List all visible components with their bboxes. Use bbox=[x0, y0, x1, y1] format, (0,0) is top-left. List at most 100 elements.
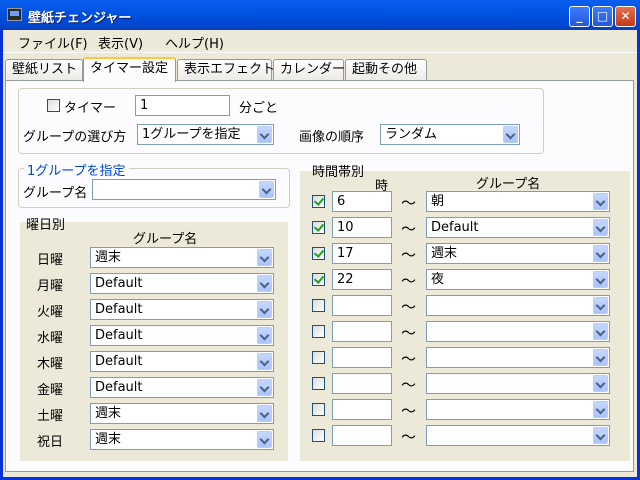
timeslot-group-select[interactable] bbox=[426, 425, 610, 446]
tab-timer-settings[interactable]: タイマー設定 bbox=[83, 57, 176, 82]
weekday-group-select[interactable]: 週末 bbox=[90, 429, 274, 450]
timeslot-hour-input[interactable]: 10 bbox=[332, 217, 392, 238]
chevron-down-icon[interactable] bbox=[257, 379, 272, 396]
timeslot-hour-input[interactable] bbox=[332, 425, 392, 446]
chevron-down-icon[interactable] bbox=[257, 405, 272, 422]
tab-calendar[interactable]: カレンダー bbox=[273, 59, 345, 80]
app-window: 壁紙チェンジャー _ □ ✕ ファイル(F) 表示(V) ヘルプ(H) 壁紙リス… bbox=[0, 0, 640, 480]
tilde-separator: 〜 bbox=[401, 350, 417, 368]
maximize-button[interactable]: □ bbox=[592, 6, 613, 27]
timeslot-group-select[interactable] bbox=[426, 295, 610, 316]
timeslot-enable-checkbox[interactable] bbox=[312, 377, 325, 390]
chevron-down-icon[interactable] bbox=[257, 249, 272, 266]
menu-view[interactable]: 表示(V) bbox=[98, 33, 143, 52]
tilde-separator: 〜 bbox=[401, 220, 417, 238]
title-bar[interactable]: 壁紙チェンジャー _ □ ✕ bbox=[0, 0, 640, 30]
timeslot-group-select[interactable] bbox=[426, 373, 610, 394]
menu-bar: ファイル(F) 表示(V) ヘルプ(H) bbox=[3, 30, 637, 53]
weekday-group-select[interactable]: 週末 bbox=[90, 247, 274, 268]
timeslot-enable-checkbox[interactable] bbox=[312, 195, 325, 208]
timeslot-hour-input[interactable] bbox=[332, 295, 392, 316]
timeslot-enable-checkbox[interactable] bbox=[312, 247, 325, 260]
group-method-select[interactable]: 1グループを指定 bbox=[137, 124, 274, 145]
tilde-separator: 〜 bbox=[401, 428, 417, 446]
chevron-down-icon[interactable] bbox=[259, 181, 274, 198]
close-button[interactable]: ✕ bbox=[615, 6, 636, 27]
chevron-down-icon[interactable] bbox=[593, 271, 608, 288]
tab-display-effect[interactable]: 表示エフェクト bbox=[177, 59, 275, 80]
menu-help[interactable]: ヘルプ(H) bbox=[165, 33, 224, 52]
weekday-label: 日曜 bbox=[37, 253, 64, 268]
weekday-group-select[interactable]: Default bbox=[90, 351, 274, 372]
tilde-separator: 〜 bbox=[401, 194, 417, 212]
tilde-separator: 〜 bbox=[401, 376, 417, 394]
chevron-down-icon[interactable] bbox=[593, 219, 608, 236]
image-order-label: 画像の順序 bbox=[299, 130, 365, 145]
tilde-separator: 〜 bbox=[401, 324, 417, 342]
chevron-down-icon[interactable] bbox=[503, 126, 518, 143]
chevron-down-icon[interactable] bbox=[593, 323, 608, 340]
minimize-button[interactable]: _ bbox=[569, 6, 590, 27]
weekday-group-select[interactable]: 週末 bbox=[90, 403, 274, 424]
timeslot-enable-checkbox[interactable] bbox=[312, 325, 325, 338]
weekday-caption: 曜日別 bbox=[26, 218, 66, 233]
chevron-down-icon[interactable] bbox=[257, 126, 272, 143]
chevron-down-icon[interactable] bbox=[593, 245, 608, 262]
timeslot-hour-input[interactable] bbox=[332, 347, 392, 368]
weekday-group-select[interactable]: Default bbox=[90, 273, 274, 294]
chevron-down-icon[interactable] bbox=[593, 349, 608, 366]
timeslot-group-select[interactable]: 朝 bbox=[426, 191, 610, 212]
timeslot-group-select[interactable]: 週末 bbox=[426, 243, 610, 264]
group-name-label: グループ名 bbox=[23, 186, 88, 201]
chevron-down-icon[interactable] bbox=[593, 193, 608, 210]
timeslot-group-select[interactable] bbox=[426, 321, 610, 342]
timer-checkbox[interactable] bbox=[47, 99, 60, 112]
timeslot-group-select[interactable]: Default bbox=[426, 217, 610, 238]
timeslot-hour-input[interactable] bbox=[332, 321, 392, 342]
timeslot-hour-input[interactable]: 6 bbox=[332, 191, 392, 212]
timeslot-enable-checkbox[interactable] bbox=[312, 429, 325, 442]
weekday-label: 土曜 bbox=[37, 409, 64, 424]
window-title: 壁紙チェンジャー bbox=[28, 11, 132, 26]
timeslot-group-select[interactable] bbox=[426, 347, 610, 368]
weekday-group-select[interactable]: Default bbox=[90, 325, 274, 346]
weekday-group-select[interactable]: Default bbox=[90, 377, 274, 398]
weekday-column-header: グループ名 bbox=[133, 232, 198, 247]
timeslot-hour-input[interactable] bbox=[332, 373, 392, 394]
timeslot-hour-input[interactable]: 17 bbox=[332, 243, 392, 264]
chevron-down-icon[interactable] bbox=[593, 375, 608, 392]
timer-interval-input[interactable]: 1 bbox=[135, 95, 230, 116]
tab-startup-other[interactable]: 起動その他 bbox=[345, 59, 427, 80]
timeslot-group-select[interactable] bbox=[426, 399, 610, 420]
chevron-down-icon[interactable] bbox=[593, 297, 608, 314]
tilde-separator: 〜 bbox=[401, 402, 417, 420]
group-method-label: グループの選び方 bbox=[23, 130, 127, 145]
timeslot-enable-checkbox[interactable] bbox=[312, 221, 325, 234]
chevron-down-icon[interactable] bbox=[257, 327, 272, 344]
app-icon bbox=[7, 8, 22, 21]
chevron-down-icon[interactable] bbox=[257, 431, 272, 448]
group-name-select[interactable] bbox=[92, 179, 276, 200]
timeslot-enable-checkbox[interactable] bbox=[312, 299, 325, 312]
chevron-down-icon[interactable] bbox=[593, 427, 608, 444]
timeslot-group-column-header: グループ名 bbox=[476, 177, 541, 192]
image-order-select[interactable]: ランダム bbox=[380, 124, 520, 145]
weekday-label: 金曜 bbox=[37, 383, 64, 398]
timeslot-enable-checkbox[interactable] bbox=[312, 403, 325, 416]
timeslot-hour-input[interactable]: 22 bbox=[332, 269, 392, 290]
timer-settings-panel: タイマー 1 分ごと グループの選び方 1グループを指定 画像の順序 ランダム … bbox=[5, 80, 634, 472]
chevron-down-icon[interactable] bbox=[257, 301, 272, 318]
timeslot-group-select[interactable]: 夜 bbox=[426, 269, 610, 290]
tab-wallpaper-list[interactable]: 壁紙リスト bbox=[5, 59, 83, 80]
timer-checkbox-label: タイマー bbox=[64, 101, 117, 116]
tab-strip: 壁紙リスト タイマー設定 表示エフェクト カレンダー 起動その他 bbox=[3, 57, 637, 82]
chevron-down-icon[interactable] bbox=[593, 401, 608, 418]
timeslot-hour-input[interactable] bbox=[332, 399, 392, 420]
chevron-down-icon[interactable] bbox=[257, 275, 272, 292]
weekday-group-select[interactable]: Default bbox=[90, 299, 274, 320]
menu-file[interactable]: ファイル(F) bbox=[18, 33, 88, 52]
weekday-label: 月曜 bbox=[37, 279, 64, 294]
timeslot-enable-checkbox[interactable] bbox=[312, 351, 325, 364]
timeslot-enable-checkbox[interactable] bbox=[312, 273, 325, 286]
chevron-down-icon[interactable] bbox=[257, 353, 272, 370]
